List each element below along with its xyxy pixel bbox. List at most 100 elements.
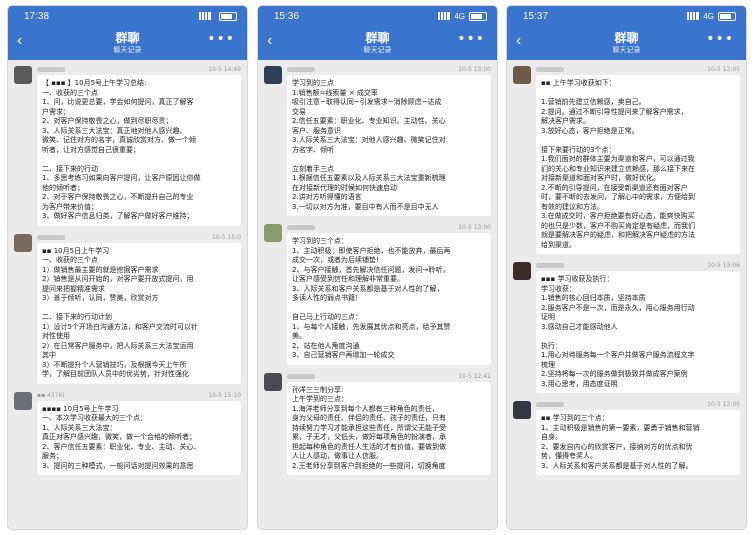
- message-line: 3、自己营销客户再增加一轮成交: [292, 351, 395, 359]
- message-line: 证明: [541, 313, 555, 321]
- more-options-icon[interactable]: •••: [457, 31, 485, 47]
- message-line: 1、主动积极：即使客户拒绝，也不能放弃，最后再: [292, 246, 451, 255]
- avatar[interactable]: [14, 391, 32, 410]
- message-line: 2.不断的引导提问，在接受新渠道还有面对客户: [541, 183, 688, 192]
- message-column: 10-5 13:06 ▪▪▪ 学习收获及执行： 学习收获： 1.销售的核心回归本质，坚…: [536, 262, 740, 393]
- avatar[interactable]: [14, 66, 32, 84]
- message-line: 2.服务客户不是一次，而是永久，用心服务用行动: [541, 303, 695, 312]
- message-meta: 10-5 13:05: [536, 66, 740, 75]
- message-feed[interactable]: 10-5 13:05 ▪▪ 上午学习收获如下： 1.营销前先建立信赖感，卖自己。 2.…: [507, 60, 746, 475]
- message-line: [541, 89, 735, 99]
- message-column: 10-5 13:05 ▪▪ 上午学习收获如下： 1.营销前先建立信赖感，卖自己。 2.…: [536, 66, 740, 254]
- chat-screenshot-2: 15:36 4G ‹ 群聊 聊天记录 ••• 10-5 13:00 学习到的三点 1.销售额=线…: [258, 6, 497, 529]
- message-bubble[interactable]: ▪▪ 上午学习收获如下： 1.营销前先建立信赖感，卖自己。 2.提问。通过不断引导性…: [536, 75, 740, 254]
- message-meta: 10-5 13:06: [536, 401, 740, 410]
- message-meta: 10-5 14:49: [37, 66, 241, 75]
- message-line: 吸引注意~取得认同~引发需求~消除顾虑~达成: [292, 98, 442, 106]
- message-row: 10-5 13:06 ▪▪ 学习到的三个点： 1、主动积极是销售的第一要素，要勇于销…: [513, 401, 740, 475]
- avatar[interactable]: [264, 66, 282, 84]
- message-line: 一、本次学习收获最大的三个点：: [42, 414, 147, 422]
- message-line: 就是要解决客户的疑虑，和把解决客户疑虑的方法: [541, 231, 695, 239]
- status-time: 15:36: [274, 10, 300, 22]
- message-feed[interactable]: 10-5 14:49 【 ▪▪▪ 】10月5号上午学习总结: 一、收获的三个点 1、问…: [8, 60, 247, 475]
- message-line: ▪▪ 10月5日上午学习: [42, 246, 110, 255]
- network-label: 4G: [454, 11, 465, 21]
- more-options-icon[interactable]: •••: [207, 31, 235, 47]
- nav-row: ‹ 群聊 聊天记录 •••: [258, 26, 497, 60]
- message-bubble[interactable]: ▪▪▪▪ 10月5号上午学习 一、本次学习收获最大的三个点： 1、人际关系三大法宝：…: [37, 400, 241, 475]
- message-bubble[interactable]: ▪▪ 学习到的三个点： 1、主动积极是销售的第一要素，要勇于销售和营销 自身。 2、要…: [536, 410, 740, 475]
- status-icons: 4G: [438, 11, 487, 21]
- message-line: 【 ▪▪▪ 】10月5号上午学习总结:: [42, 79, 147, 87]
- avatar[interactable]: [513, 401, 531, 419]
- message-line: 客户、服务意识: [292, 126, 341, 135]
- message-row: ▪▪ 4376) 10-5 15:10 ▪▪▪▪ 10月5号上午学习 一、本次学习收获…: [14, 391, 241, 475]
- message-column: 10-5 12:41 孙洋三三制分享: 上午学到的三点： 1.海洋老师分享到每个人都有…: [287, 373, 491, 475]
- more-options-icon[interactable]: •••: [706, 31, 734, 47]
- message-line: ▪▪ 上午学习收获如下：: [541, 79, 616, 87]
- avatar[interactable]: [264, 224, 282, 242]
- message-bubble[interactable]: ▪▪ 10月5日上午学习 一、收获的三个点 1）做销售最主要的就是挖掘客户需求 2）销…: [37, 242, 241, 384]
- message-line: 接下来要行动的3个点：: [541, 145, 616, 154]
- message-line: 2.信任五要素：职业化、专业知识、主动性、关心: [292, 117, 446, 125]
- message-line: 1）做销售最主要的就是挖掘客户需求: [42, 265, 159, 274]
- message-line: 3.一切以对方为准，要目中有人而不是目中无人: [292, 202, 439, 211]
- message-bubble[interactable]: ▪▪▪ 学习收获及执行： 学习收获： 1.销售的核心回归本质，坚持本质 2.服务客户不…: [536, 271, 740, 393]
- message-line: 2.讲对方听得懂的语言: [292, 193, 362, 201]
- message-line: [292, 155, 486, 165]
- message-row: 10-5 13:00 学习到的三点 1.销售额=线索量 × 成交率 吸引注意~取得认同…: [264, 66, 491, 216]
- message-row: 10-5 13:05 ▪▪ 上午学习收获如下： 1.营销前先建立信赖感，卖自己。 2.…: [513, 66, 740, 254]
- message-line: 听者，让对方感觉自己很重要；: [42, 145, 140, 154]
- message-bubble[interactable]: 【 ▪▪▪ 】10月5号上午学习总结: 一、收获的三个点 1、问，比说更总要，学会如…: [37, 75, 241, 226]
- message-line: 3、做好客户信息归类，了解客户做好客户维持；: [42, 212, 194, 220]
- message-line: 1.营销前先建立信赖感，卖自己。: [541, 98, 646, 106]
- message-line: 2、对于客户保持敬畏之心，不断提升自己的专业: [42, 193, 194, 201]
- message-line: 执行：: [541, 341, 562, 350]
- message-line: 1.销售额=线索量 × 成交率: [292, 88, 378, 97]
- status-bar: 17:38: [8, 6, 247, 26]
- message-line: 在对接新代理的时候如何快速启动: [292, 183, 397, 192]
- message-timestamp: 10-5 13:06: [707, 401, 740, 408]
- message-line: 美。: [292, 332, 306, 340]
- message-line: 学，了解目前团队人员中的优劣势，针对性强化: [42, 370, 189, 378]
- battery-icon: [469, 11, 487, 21]
- message-meta: 10-5 13:06: [536, 262, 740, 271]
- message-line: [42, 155, 236, 165]
- message-line: 二、接下来的行动: [42, 164, 98, 173]
- message-line: 1、多思考练习如果向客户提问，让客户原因让你做: [42, 174, 201, 182]
- signal-icon: [199, 12, 211, 20]
- message-column: 10-5 13:06 ▪▪ 学习到的三个点： 1、主动积极是销售的第一要素，要勇于销…: [536, 401, 740, 475]
- sender-name: ▪▪ 4376): [37, 391, 65, 399]
- avatar[interactable]: [513, 66, 531, 84]
- message-line: 势，懂得夸奖人。: [541, 452, 597, 460]
- message-feed[interactable]: 10-5 13:00 学习到的三点 1.销售额=线索量 × 成交率 吸引注意~取得认同…: [258, 60, 497, 475]
- message-line: 1.海洋老师分享到每个人都有三种角色的责任，: [292, 404, 439, 413]
- message-line: 他的倾听者；: [42, 183, 84, 192]
- sender-name: [37, 234, 65, 240]
- message-bubble[interactable]: 孙洋三三制分享: 上午学到的三点： 1.海洋老师分享到每个人都有三种角色的责任， 身为…: [287, 381, 491, 475]
- message-line: 1.销售的核心回归本质，坚持本质: [541, 294, 646, 302]
- sender-name: [536, 67, 564, 72]
- avatar[interactable]: [264, 372, 282, 391]
- message-meta: 10-5 13:00: [287, 224, 491, 233]
- avatar[interactable]: [513, 262, 531, 280]
- message-line: 的也只是少数，客户不购买肯定是有疑虑，而我们: [541, 221, 695, 230]
- message-line: 有效的建议和方法。: [541, 202, 604, 211]
- message-timestamp: 10-5 13:00: [458, 66, 491, 73]
- status-icons: [199, 11, 237, 21]
- chat-screenshot-3: 15:37 4G ‹ 群聊 聊天记录 ••• 10-5 13:05 ▪▪ 上午学习收获如下： 1…: [507, 6, 746, 529]
- message-line: 1.根据信任五要素以及人际关系三大法宝重新梳理: [292, 174, 446, 182]
- avatar[interactable]: [14, 233, 32, 252]
- message-bubble[interactable]: 学习到的三点 1.销售额=线索量 × 成交率 吸引注意~取得认同~引发需求~消除顾虑…: [287, 75, 491, 216]
- message-line: [541, 332, 735, 342]
- message-bubble[interactable]: 学习到的三个点： 1、主动积极：即使客户拒绝，也不能放弃，最后再 成交一次，或者为后…: [287, 233, 491, 365]
- message-line: 服务；: [42, 452, 63, 460]
- sender-name: [536, 263, 564, 268]
- message-line: 1、问，比说更总要，学会如何提问，真正了解客: [42, 98, 194, 106]
- message-line: 2、与客户接触，首先解决信任问题，发问→聆听，: [292, 265, 450, 274]
- signal-icon: [438, 12, 451, 20]
- message-line: 自身。: [541, 433, 562, 441]
- message-line: 户需求；: [42, 107, 70, 116]
- message-line: 1）设计5个开场白沟通方法，和客户交流时可以针: [42, 322, 198, 331]
- status-time: 17:38: [24, 10, 50, 22]
